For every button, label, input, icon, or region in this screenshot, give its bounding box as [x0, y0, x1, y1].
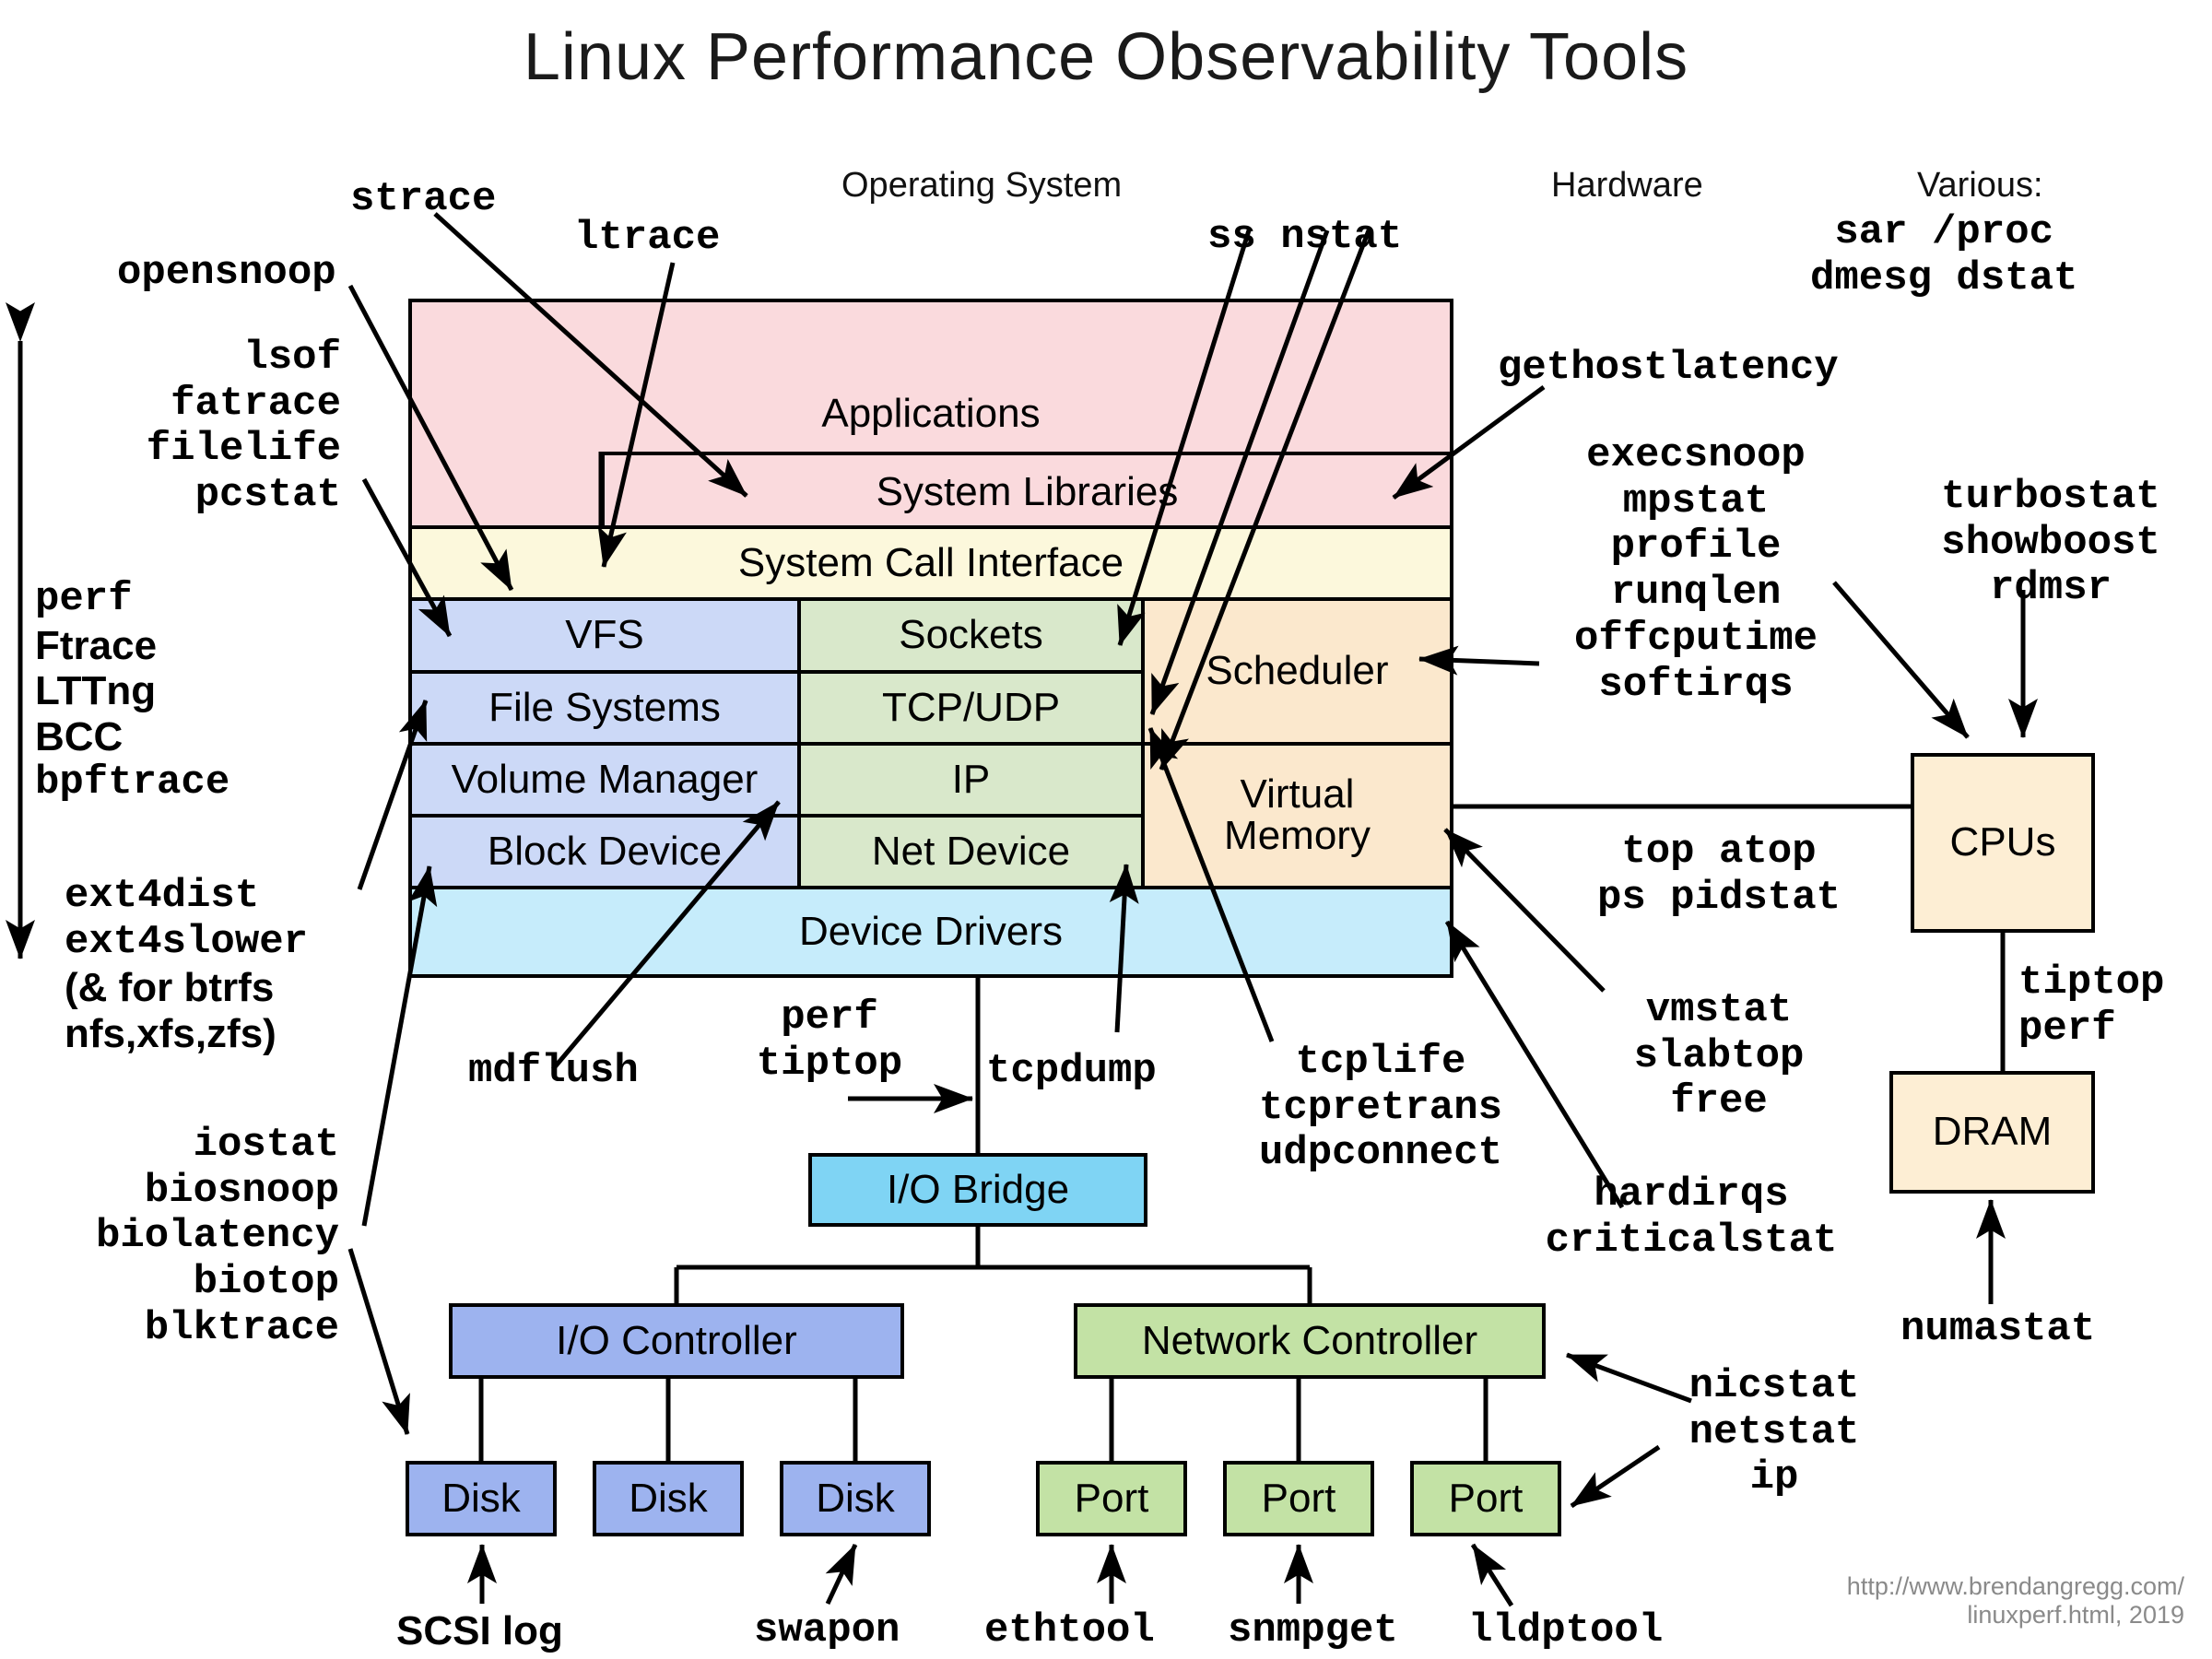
box-net-device[interactable]: Net Device — [797, 814, 1145, 889]
label-lldptool: lldptool — [1468, 1607, 1664, 1653]
label-bcc: BCC — [35, 714, 124, 760]
box-io-controller[interactable]: I/O Controller — [449, 1303, 904, 1379]
label-turbostat-group: turbostat showboost rdmsr — [1941, 474, 2160, 612]
box-tcp-udp[interactable]: TCP/UDP — [797, 670, 1145, 746]
label-numastat: numastat — [1900, 1306, 2096, 1352]
box-sockets[interactable]: Sockets — [797, 597, 1145, 674]
label-snmpget: snmpget — [1228, 1607, 1398, 1653]
label-iostat-group: iostat biosnoop biolatency biotop blktra… — [95, 1122, 339, 1351]
box-network-controller[interactable]: Network Controller — [1074, 1303, 1546, 1379]
label-ext4-group: ext4dist ext4slower (& for btrfs nfs,xfs… — [65, 873, 309, 1057]
credit-link: http://www.brendangregg.com/ linuxperf.h… — [1846, 1572, 2184, 1630]
box-port-3[interactable]: Port — [1410, 1461, 1561, 1536]
box-file-systems[interactable]: File Systems — [408, 670, 801, 746]
box-vfs[interactable]: VFS — [408, 597, 801, 674]
label-gethostlatency: gethostlatency — [1498, 345, 1839, 391]
label-vmstat-group: vmstat slabtop free — [1633, 987, 1805, 1125]
label-cpu-tools-group: execsnoop mpstat profile runqlen offcput… — [1573, 432, 1818, 708]
box-system-call-interface[interactable]: System Call Interface — [408, 525, 1453, 601]
label-ethtool: ethtool — [984, 1607, 1155, 1653]
label-mdflush: mdflush — [468, 1048, 639, 1094]
label-tracers-group: perf Ftrace LTTng BCC bpftrace — [35, 576, 230, 806]
box-disk-3[interactable]: Disk — [780, 1461, 931, 1536]
label-strace: strace — [350, 176, 497, 222]
caption-operating-system: Operating System — [841, 166, 1123, 205]
box-cpus[interactable]: CPUs — [1911, 753, 2095, 933]
label-btrfs-note-1: (& for btrfs — [65, 965, 275, 1011]
label-btrfs-note-2: nfs,xfs,zfs) — [65, 1011, 276, 1057]
label-tiptop-perf: tiptop perf — [2018, 959, 2165, 1052]
box-disk-2[interactable]: Disk — [593, 1461, 744, 1536]
label-bpftrace: bpftrace — [35, 759, 230, 806]
label-lttng: LTTng — [35, 668, 157, 714]
label-tcpdump: tcpdump — [986, 1048, 1157, 1094]
diagram-canvas: { "title": "Linux Performance Observabil… — [0, 0, 2212, 1659]
box-system-libraries[interactable]: System Libraries — [601, 452, 1453, 529]
label-perf: perf — [35, 576, 133, 622]
caption-hardware: Hardware — [1551, 166, 1703, 205]
label-hardirqs-group: hardirqs criticalstat — [1545, 1171, 1838, 1264]
label-perf-tiptop: perf tiptop — [756, 994, 903, 1087]
box-device-drivers[interactable]: Device Drivers — [408, 886, 1453, 978]
page-title: Linux Performance Observability Tools — [523, 20, 1689, 94]
label-scsi-log: SCSI log — [396, 1608, 563, 1653]
label-ss-nstat: ss nstat — [1207, 214, 1403, 260]
label-ext4dist: ext4dist — [65, 873, 260, 919]
label-lsof-group: lsof fatrace filelife pcstat — [146, 335, 341, 519]
label-various-commands: sar /proc dmesg dstat — [1810, 209, 2078, 301]
box-volume-manager[interactable]: Volume Manager — [408, 742, 801, 818]
label-ltrace: ltrace — [574, 215, 721, 261]
label-ftrace: Ftrace — [35, 622, 158, 668]
box-disk-1[interactable]: Disk — [406, 1461, 557, 1536]
label-nicstat-group: nicstat netstat ip — [1688, 1363, 1860, 1501]
label-opensnoop: opensnoop — [117, 250, 336, 296]
box-block-device[interactable]: Block Device — [408, 814, 801, 889]
label-ext4slower: ext4slower — [65, 918, 309, 965]
label-top-group: top atop ps pidstat — [1596, 829, 1841, 921]
label-swapon: swapon — [754, 1607, 900, 1653]
caption-various: Various: — [1917, 166, 2043, 205]
box-ip[interactable]: IP — [797, 742, 1145, 818]
box-scheduler[interactable]: Scheduler — [1141, 597, 1453, 746]
box-port-1[interactable]: Port — [1036, 1461, 1187, 1536]
box-io-bridge[interactable]: I/O Bridge — [808, 1153, 1147, 1227]
label-tcp-group: tcplife tcpretrans udpconnect — [1258, 1039, 1503, 1177]
box-dram[interactable]: DRAM — [1889, 1071, 2095, 1194]
box-virtual-memory[interactable]: Virtual Memory — [1141, 742, 1453, 889]
box-port-2[interactable]: Port — [1223, 1461, 1374, 1536]
